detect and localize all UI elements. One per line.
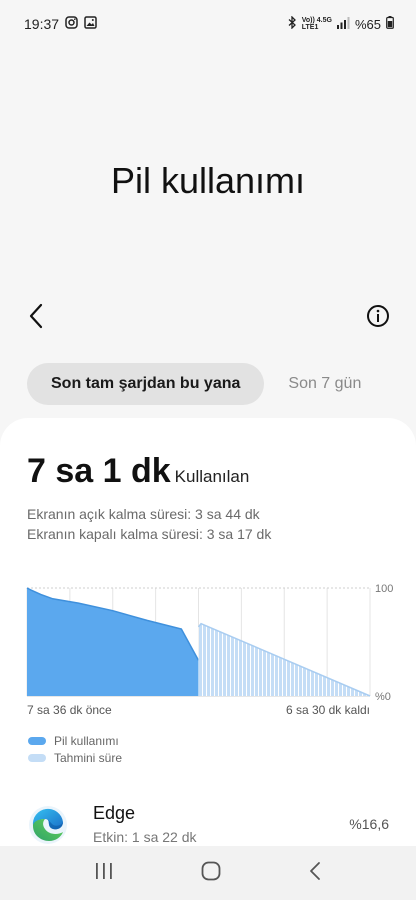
info-icon: [367, 305, 389, 327]
legend-item-forecast: Tahmini süre: [28, 751, 122, 765]
back-arrow-icon: [310, 861, 321, 880]
legend-label-usage: Pil kullanımı: [54, 734, 119, 748]
screen-off-time: Ekranın kapalı kalma süresi: 3 sa 17 dk: [27, 526, 272, 542]
clock: 19:37: [24, 16, 60, 32]
back-button[interactable]: [20, 300, 52, 332]
recent-apps-button[interactable]: [94, 862, 114, 885]
legend-item-usage: Pil kullanımı: [28, 734, 119, 748]
gallery-icon: [84, 16, 97, 32]
usage-value: 7 sa 1 dk: [27, 452, 171, 490]
home-icon: [201, 861, 221, 880]
app-usage-row[interactable]: Edge Etkin: 1 sa 22 dk %16,6: [27, 800, 389, 850]
battery-percent: %65: [354, 16, 381, 32]
chart-x-label-right: 6 sa 30 dk kaldı: [285, 703, 370, 717]
battery-chart: 100 %0: [26, 583, 397, 703]
status-bar: 19:37 Vo)) 4.5G LTE1 %65: [0, 0, 416, 48]
app-name: Edge: [93, 803, 136, 823]
header-actions: [0, 296, 416, 336]
tab-since-full-charge[interactable]: Son tam şarjdan bu yana: [27, 363, 265, 405]
chart-x-label-left: 7 sa 36 dk önce: [27, 703, 112, 717]
tab-last-7-days[interactable]: Son 7 gün: [288, 375, 361, 393]
system-nav-bar: [0, 846, 416, 900]
app-active-time: Etkin: 1 sa 22 dk: [93, 829, 197, 845]
bluetooth-icon: [288, 15, 297, 32]
chart-y-label-max: 100: [375, 583, 393, 595]
signal-icon: [336, 16, 350, 32]
edge-icon: [27, 804, 69, 846]
legend-swatch-usage: [28, 737, 46, 745]
nav-back-button[interactable]: [308, 861, 322, 886]
instagram-icon: [65, 16, 78, 32]
info-button[interactable]: [362, 300, 394, 332]
screen-on-time: Ekranın açık kalma süresi: 3 sa 44 dk: [27, 506, 260, 522]
legend-swatch-forecast: [28, 754, 46, 762]
usage-summary: 7 sa 1 dk Kullanılan: [27, 452, 249, 491]
legend-label-forecast: Tahmini süre: [54, 751, 123, 765]
period-tabs: Son tam şarjdan bu yana Son 7 gün: [27, 363, 361, 405]
home-button[interactable]: [201, 861, 221, 886]
recent-apps-icon: [95, 862, 112, 879]
chart-y-label-min: %0: [375, 691, 391, 703]
battery-icon: [386, 16, 394, 32]
usage-suffix: Kullanılan: [174, 467, 250, 486]
network-bottom: LTE1: [301, 24, 319, 31]
page-title: Pil kullanımı: [110, 160, 306, 201]
chevron-left-icon: [29, 303, 43, 329]
app-percent: %16,6: [349, 816, 389, 832]
network-top: Vo)) 4.5G: [301, 17, 332, 24]
network-type: Vo)) 4.5G LTE1: [302, 17, 332, 31]
battery-chart-svg: 100 %0: [26, 583, 393, 703]
